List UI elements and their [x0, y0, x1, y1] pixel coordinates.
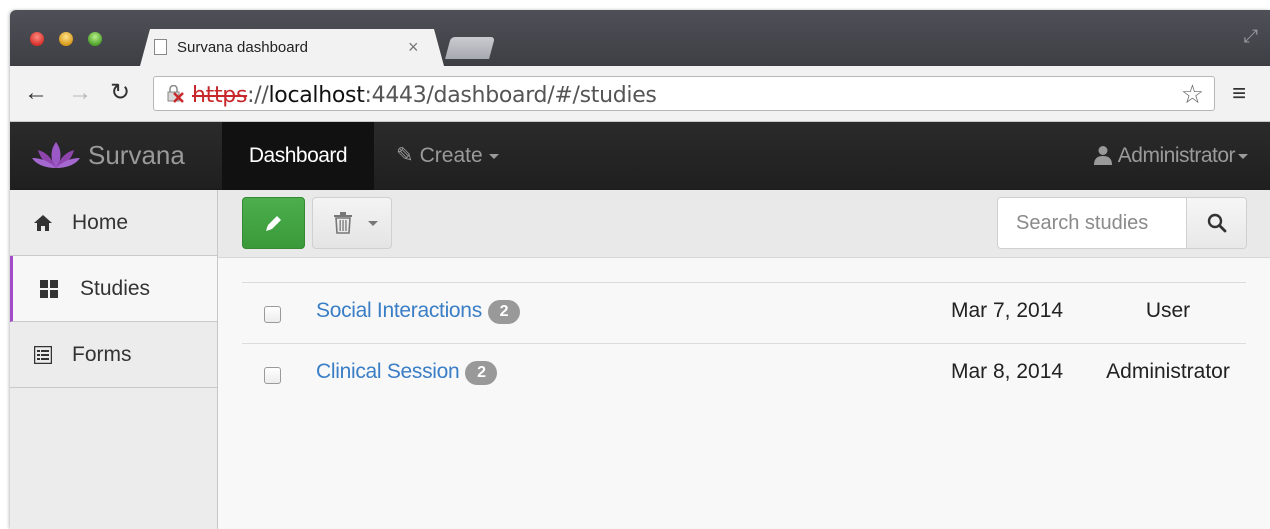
tab-title: Survana dashboard	[177, 39, 308, 56]
study-list: Social Interactions 2 Mar 7, 2014 User Cl…	[242, 282, 1246, 404]
study-link[interactable]: Social Interactions	[316, 299, 482, 322]
form-count-badge: 2	[465, 361, 498, 385]
main-content: Social Interactions2 Mar 7, 2014 User Cl…	[218, 190, 1270, 529]
row-checkbox[interactable]	[264, 306, 281, 323]
sidebar-item-forms[interactable]: Forms	[10, 322, 217, 388]
url-text: https://localhost:4443/dashboard/#/studi…	[192, 83, 657, 108]
row-checkbox[interactable]	[264, 367, 281, 384]
pencil-icon	[266, 216, 281, 231]
sidebar-item-studies[interactable]: Studies	[10, 256, 217, 322]
forward-button[interactable]: →	[68, 78, 92, 108]
tab-close-icon[interactable]: ×	[408, 37, 419, 58]
study-title-cell: Clinical Session 2	[316, 360, 498, 385]
nav-dashboard[interactable]: Dashboard	[222, 122, 374, 190]
study-owner: Administrator	[1106, 360, 1230, 383]
nav-create-dropdown[interactable]: ✎ Create	[396, 122, 499, 190]
caret-down-icon	[488, 153, 499, 159]
bookmark-star-icon[interactable]: ☆	[1181, 79, 1204, 110]
list-icon	[34, 346, 52, 364]
study-link[interactable]: Clinical Session	[316, 360, 460, 383]
url-host: localhost	[268, 83, 365, 108]
sidebar-item-label: Forms	[72, 343, 132, 366]
search-icon	[1207, 213, 1227, 233]
reload-button[interactable]: ↻	[110, 78, 130, 108]
url-separator: ://	[247, 83, 269, 108]
sidebar-item-home[interactable]: Home	[10, 190, 217, 256]
url-path: :4443/dashboard/#/studies	[364, 83, 657, 108]
study-owner: User	[1145, 299, 1191, 322]
nav-user-label: Administrator	[1117, 144, 1236, 167]
new-tab-button[interactable]	[445, 37, 495, 59]
delete-dropdown-button[interactable]	[312, 197, 392, 249]
zoom-window-button[interactable]	[88, 32, 102, 46]
study-date: Mar 7, 2014	[951, 299, 1064, 322]
lotus-logo-icon	[32, 142, 80, 168]
sidebar: Home Studies Forms	[10, 190, 218, 529]
user-icon	[1093, 146, 1112, 165]
trash-icon	[334, 212, 352, 234]
caret-down-icon	[1238, 153, 1248, 159]
nav-create-label: Create	[419, 144, 483, 167]
close-window-button[interactable]	[30, 32, 44, 46]
study-title-cell: Social Interactions 2	[316, 299, 520, 324]
sidebar-item-label: Studies	[80, 277, 151, 300]
search-button[interactable]	[1186, 198, 1246, 248]
url-protocol: https	[192, 83, 248, 108]
browser-window: Survana dashboard × ⤢ ← → ↻ https://loca…	[10, 10, 1270, 529]
caret-down-icon	[368, 221, 378, 226]
nav-user-dropdown[interactable]: Administrator	[1093, 122, 1248, 190]
search-group	[997, 197, 1247, 249]
address-bar[interactable]: https://localhost:4443/dashboard/#/studi…	[153, 76, 1215, 111]
table-row: Clinical Session 2 Mar 8, 2014 Administra…	[242, 343, 1246, 404]
back-button[interactable]: ←	[24, 78, 48, 108]
home-icon	[34, 215, 52, 231]
page-icon	[154, 39, 167, 55]
table-row: Social Interactions 2 Mar 7, 2014 User	[242, 282, 1246, 343]
form-count-badge: 2	[487, 300, 520, 324]
pencil-icon: ✎	[396, 144, 414, 167]
search-input[interactable]	[998, 198, 1186, 248]
app-navbar: Survana Dashboard ✎ Create Administrator	[10, 122, 1270, 190]
fullscreen-icon[interactable]: ⤢	[1244, 26, 1258, 47]
tab-bar: Survana dashboard × ⤢	[10, 10, 1270, 66]
study-date: Mar 8, 2014	[951, 360, 1064, 383]
browser-toolbar: ← → ↻ https://localhost:4443/dashboard/#…	[10, 66, 1270, 122]
new-study-button[interactable]	[242, 197, 305, 249]
browser-menu-icon[interactable]: ≡	[1232, 80, 1246, 108]
browser-tab[interactable]: Survana dashboard ×	[140, 29, 444, 66]
grid-icon	[40, 280, 58, 298]
content-toolbar	[218, 190, 1270, 258]
brand-name[interactable]: Survana	[88, 140, 185, 171]
insecure-lock-icon	[167, 85, 184, 103]
minimize-window-button[interactable]	[59, 32, 73, 46]
sidebar-item-label: Home	[72, 211, 129, 234]
